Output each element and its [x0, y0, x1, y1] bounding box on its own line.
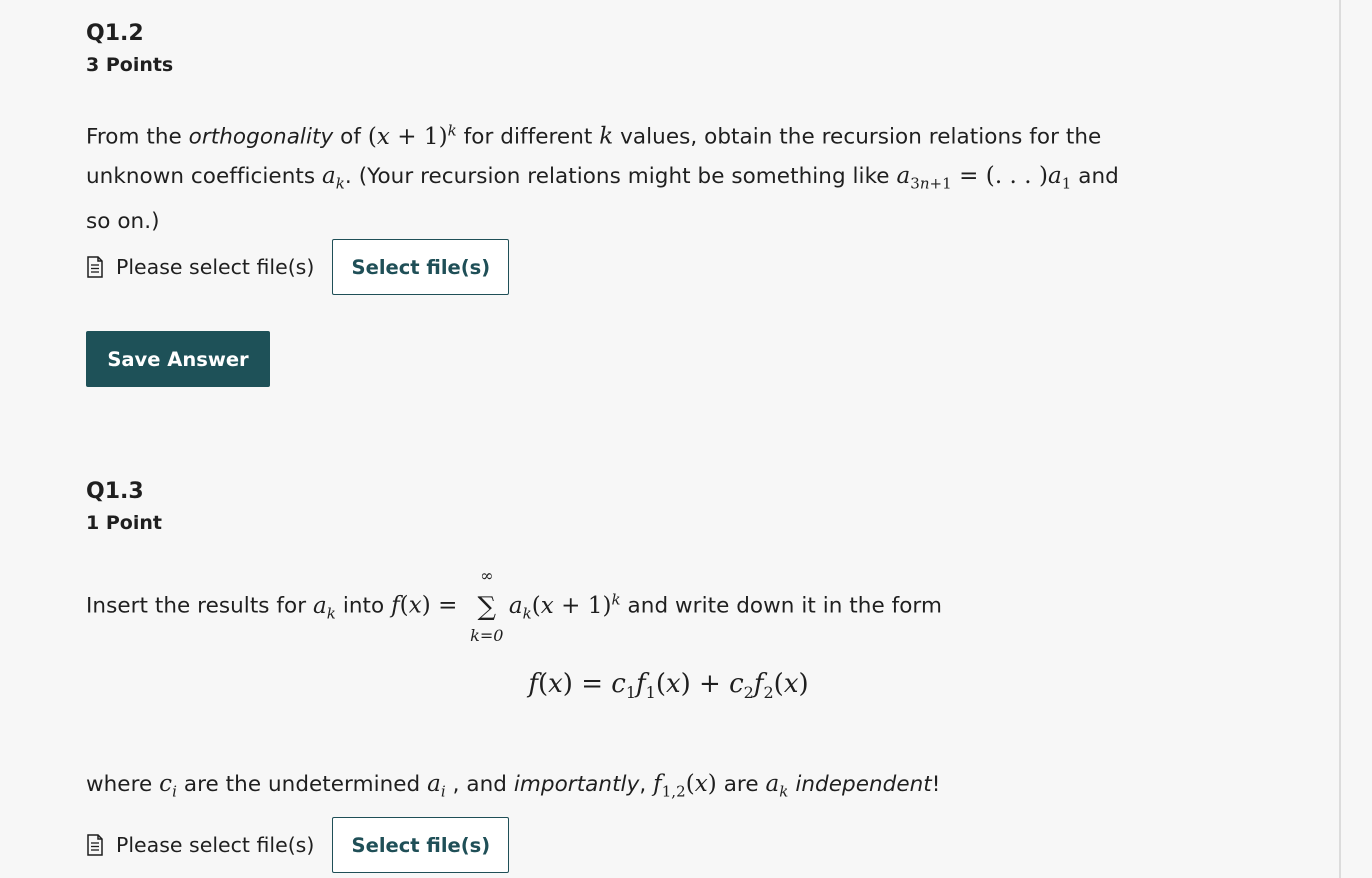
file-upload-row: Please select file(s) Select file(s) [86, 239, 510, 295]
math-expression: ci [159, 771, 177, 801]
question-points: 3 Points [86, 54, 174, 76]
content-divider [1339, 0, 1341, 878]
math-expression: f(x) = [391, 592, 465, 619]
math-expression: ai [427, 771, 446, 801]
file-upload-row: Please select file(s) Select file(s) [86, 817, 510, 873]
question-1-3: Q1.3 1 Point [86, 478, 1286, 536]
math-expression: ak(x + 1)k [508, 590, 621, 623]
question-1-3-note: where ci are the undetermined ai , and i… [86, 765, 1286, 811]
document-icon [86, 256, 104, 278]
question-text: From the orthogonality of (x + 1)k for d… [86, 121, 1119, 235]
select-files-button[interactable]: Select file(s) [332, 239, 510, 295]
question-text: Insert the results for ak into f(x) = ∞ ∑… [86, 565, 942, 645]
math-expression: ak [765, 771, 789, 801]
question-points: 1 Point [86, 512, 162, 534]
document-icon [86, 834, 104, 856]
question-1-2: Q1.2 3 Points [86, 20, 1286, 78]
math-expression: a3n+1 = (. . . )a1 [896, 163, 1072, 193]
math-expression: ak [313, 592, 336, 623]
math-expression: f1,2(x) [653, 771, 717, 801]
question-1-2-prompt: From the orthogonality of (x + 1)k for d… [86, 111, 1286, 242]
question-text: where ci are the undetermined ai , and i… [86, 771, 941, 801]
file-status-label: Please select file(s) [116, 255, 315, 279]
select-files-button[interactable]: Select file(s) [332, 817, 510, 873]
display-equation: f(x) = c1f1(x) + c2f2(x) [528, 669, 809, 703]
math-expression: (x + 1)k [367, 121, 457, 150]
math-expression: k [599, 123, 614, 150]
file-status-label: Please select file(s) [116, 833, 315, 857]
save-answer-button[interactable]: Save Answer [86, 331, 270, 387]
question-1-3-prompt: Insert the results for ak into f(x) = ∞ ∑… [86, 565, 1286, 645]
question-title: Q1.2 [86, 21, 144, 46]
summation-symbol: ∞ ∑ k=0 [470, 565, 504, 645]
math-expression: ak [322, 163, 345, 193]
question-title: Q1.3 [86, 479, 144, 504]
